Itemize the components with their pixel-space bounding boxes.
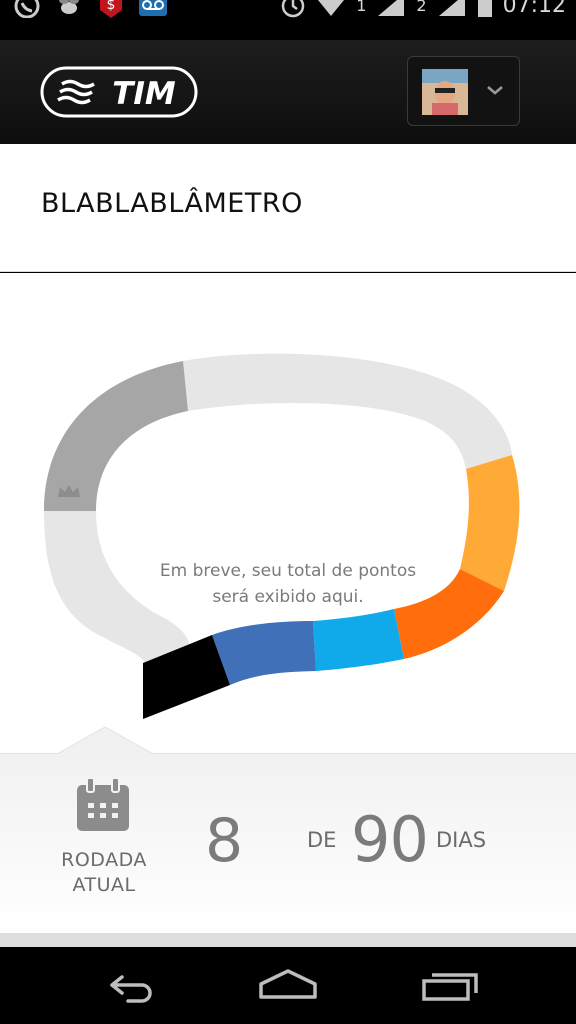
battery-icon	[477, 0, 492, 17]
app-header: TIM	[0, 40, 576, 144]
page-title: BLABLABLÂMETRO	[41, 188, 303, 219]
recent-apps-icon[interactable]	[420, 967, 480, 1003]
navigation-bar	[0, 947, 576, 1024]
signal-1-label: 1	[356, 0, 367, 15]
signal-2-label: 2	[416, 0, 427, 15]
round-label-line1: RODADA	[61, 849, 147, 871]
panel-footer-strip	[0, 933, 576, 947]
account-menu-button[interactable]	[407, 56, 520, 126]
status-bar: $ 1 2 07:12	[0, 0, 576, 40]
panel-notch	[57, 727, 153, 754]
calendar-icon	[77, 777, 129, 831]
days-label: DIAS	[436, 828, 487, 852]
meter-segment-gray	[44, 361, 188, 511]
whatsapp-icon	[14, 0, 40, 18]
voicemail-icon	[139, 0, 167, 16]
points-message-line1: Em breve, seu total de pontos	[159, 561, 417, 581]
meter-segment-light-blue	[313, 609, 404, 671]
points-message-line2: será exibido aqui.	[212, 587, 364, 607]
meter-graphic	[44, 353, 520, 719]
title-bar: BLABLABLÂMETRO	[0, 144, 576, 272]
bee-icon	[59, 0, 79, 14]
back-icon[interactable]	[98, 967, 158, 1003]
tim-logo[interactable]: TIM	[40, 64, 198, 120]
of-label: DE	[307, 828, 337, 852]
chevron-down-icon	[487, 86, 503, 95]
svg-text:$: $	[107, 0, 116, 13]
svg-text:TIM: TIM	[112, 76, 176, 112]
round-label-line2: ATUAL	[72, 874, 136, 896]
meter-segment-blue	[212, 621, 316, 685]
current-round-label: RODADA ATUAL	[40, 848, 168, 898]
total-days-value: 90	[351, 803, 429, 876]
clock: 07:12	[502, 0, 566, 18]
blablabla-meter: Em breve, seu total de pontos será exibi…	[0, 273, 576, 753]
current-day-value: 8	[205, 806, 244, 876]
points-message: Em breve, seu total de pontos será exibi…	[88, 558, 488, 610]
signal-icon	[378, 0, 405, 16]
money-bag-icon: $	[100, 0, 122, 18]
alarm-icon	[281, 0, 305, 18]
signal-2-icon	[438, 0, 465, 16]
avatar	[422, 69, 468, 115]
meter-track	[183, 353, 512, 469]
home-icon[interactable]	[258, 967, 318, 1003]
wifi-icon	[318, 0, 345, 16]
